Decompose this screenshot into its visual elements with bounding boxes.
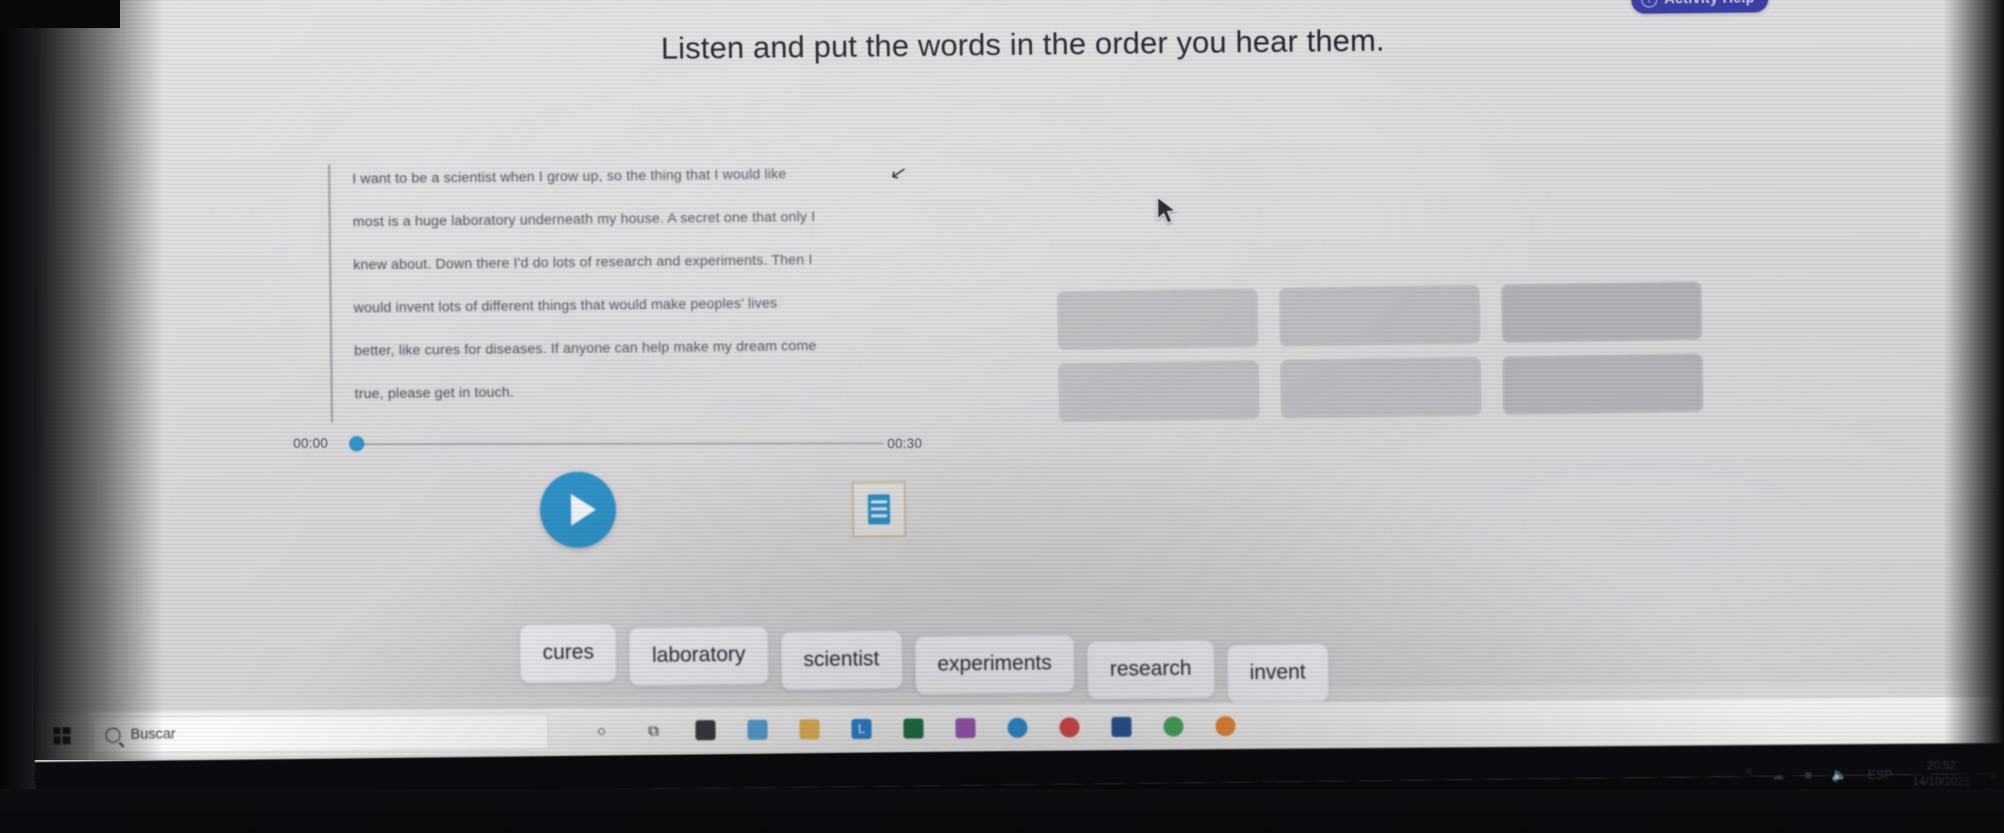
play-button[interactable] bbox=[539, 471, 617, 549]
answer-slot-1[interactable] bbox=[1057, 288, 1259, 350]
cortana-icon[interactable]: ○ bbox=[588, 718, 614, 744]
lingokids-icon[interactable]: L bbox=[848, 716, 874, 742]
answer-slot-6[interactable] bbox=[1502, 353, 1704, 415]
system-tray: ^ ☁ ■ 🔈 ESP 20:52 14/10/2025 ■ bbox=[1746, 752, 1998, 797]
taskbar-search-box[interactable]: Buscar bbox=[92, 713, 549, 754]
clock-date: 14/10/2025 bbox=[1912, 776, 1971, 789]
word-chip-research[interactable]: research bbox=[1086, 639, 1215, 701]
answer-slots-grid bbox=[1057, 281, 1704, 422]
play-icon bbox=[570, 493, 596, 526]
microsoft-store-icon[interactable] bbox=[692, 717, 718, 743]
windows-start-button[interactable] bbox=[34, 712, 89, 759]
audio-total-time: 00:30 bbox=[887, 435, 923, 452]
windows-start-icon bbox=[52, 726, 71, 744]
audio-current-time: 00:00 bbox=[293, 435, 329, 451]
activity-help-button[interactable]: ? Activity Help bbox=[1631, 0, 1769, 14]
onedrive-icon[interactable]: ☁ bbox=[1772, 767, 1785, 782]
firefox-icon[interactable] bbox=[1212, 713, 1238, 739]
clock-time: 20:52 bbox=[1927, 760, 1957, 773]
audio-progress-slider[interactable] bbox=[349, 428, 884, 452]
task-view-icon[interactable]: ⧉ bbox=[640, 718, 666, 744]
word-chip-cures[interactable]: cures bbox=[519, 623, 618, 684]
audio-progress-track bbox=[363, 441, 884, 445]
chevron-up-icon[interactable]: ^ bbox=[1746, 767, 1752, 781]
audio-progress-thumb[interactable] bbox=[349, 435, 365, 451]
transcript-line: true, please get in touch. bbox=[354, 384, 515, 403]
answer-slot-5[interactable] bbox=[1280, 357, 1482, 419]
transcript-line: I want to be a scientist when I grow up,… bbox=[352, 166, 787, 188]
activity-help-label: Activity Help bbox=[1664, 0, 1755, 7]
taskbar-pinned-apps: ○ ⧉ L bbox=[588, 713, 1238, 744]
monitor-screen: ? Activity Help Listen and put the words… bbox=[26, 0, 2004, 796]
file-explorer-icon[interactable] bbox=[796, 716, 822, 742]
onenote-icon[interactable] bbox=[952, 715, 978, 741]
volume-icon[interactable]: 🔈 bbox=[1832, 767, 1848, 782]
word-chip-invent[interactable]: invent bbox=[1226, 643, 1329, 704]
battery-icon[interactable]: ■ bbox=[1805, 768, 1813, 782]
answer-slot-3[interactable] bbox=[1501, 281, 1703, 343]
transcript-document-icon bbox=[867, 494, 891, 525]
edge-icon[interactable] bbox=[1004, 715, 1030, 741]
notification-icon[interactable]: ■ bbox=[1990, 769, 1998, 783]
mail-icon[interactable] bbox=[744, 717, 770, 743]
transcript-line: better, like cures for diseases. If anyo… bbox=[354, 338, 817, 360]
chrome-icon[interactable] bbox=[1160, 713, 1186, 739]
word-chip-scientist[interactable]: scientist bbox=[780, 630, 903, 691]
transcript-panel: I want to be a scientist when I grow up,… bbox=[328, 158, 895, 423]
text-caret-arrow-icon: ↙ bbox=[888, 160, 909, 186]
transcript-button[interactable] bbox=[851, 481, 907, 538]
search-icon bbox=[105, 727, 121, 743]
opera-icon[interactable] bbox=[1056, 714, 1082, 740]
photographed-screen: ? Activity Help Listen and put the words… bbox=[0, 0, 2004, 833]
mouse-cursor bbox=[1156, 195, 1178, 231]
transcript-line: most is a huge laboratory underneath my … bbox=[352, 209, 816, 231]
word-icon[interactable] bbox=[1108, 714, 1134, 740]
transcript-line: would invent lots of different things th… bbox=[353, 295, 778, 317]
audio-player: 00:00 00:30 bbox=[293, 422, 933, 458]
answer-slot-2[interactable] bbox=[1279, 285, 1481, 347]
clock[interactable]: 20:52 14/10/2025 bbox=[1913, 760, 1971, 791]
answer-slot-4[interactable] bbox=[1058, 360, 1260, 422]
taskbar-search-placeholder: Buscar bbox=[130, 726, 176, 743]
word-chip-experiments[interactable]: experiments bbox=[914, 634, 1076, 695]
learning-activity-app: ? Activity Help Listen and put the words… bbox=[26, 0, 2004, 704]
word-bank: cures laboratory scientist experiments r… bbox=[519, 615, 1341, 711]
help-circle-icon: ? bbox=[1641, 0, 1658, 8]
transcript-line: knew about. Down there I'd do lots of re… bbox=[353, 252, 813, 274]
page-title: Listen and put the words in the order yo… bbox=[660, 22, 1385, 66]
word-chip-laboratory[interactable]: laboratory bbox=[628, 625, 769, 687]
excel-icon[interactable] bbox=[900, 715, 926, 741]
language-indicator[interactable]: ESP bbox=[1868, 768, 1893, 782]
